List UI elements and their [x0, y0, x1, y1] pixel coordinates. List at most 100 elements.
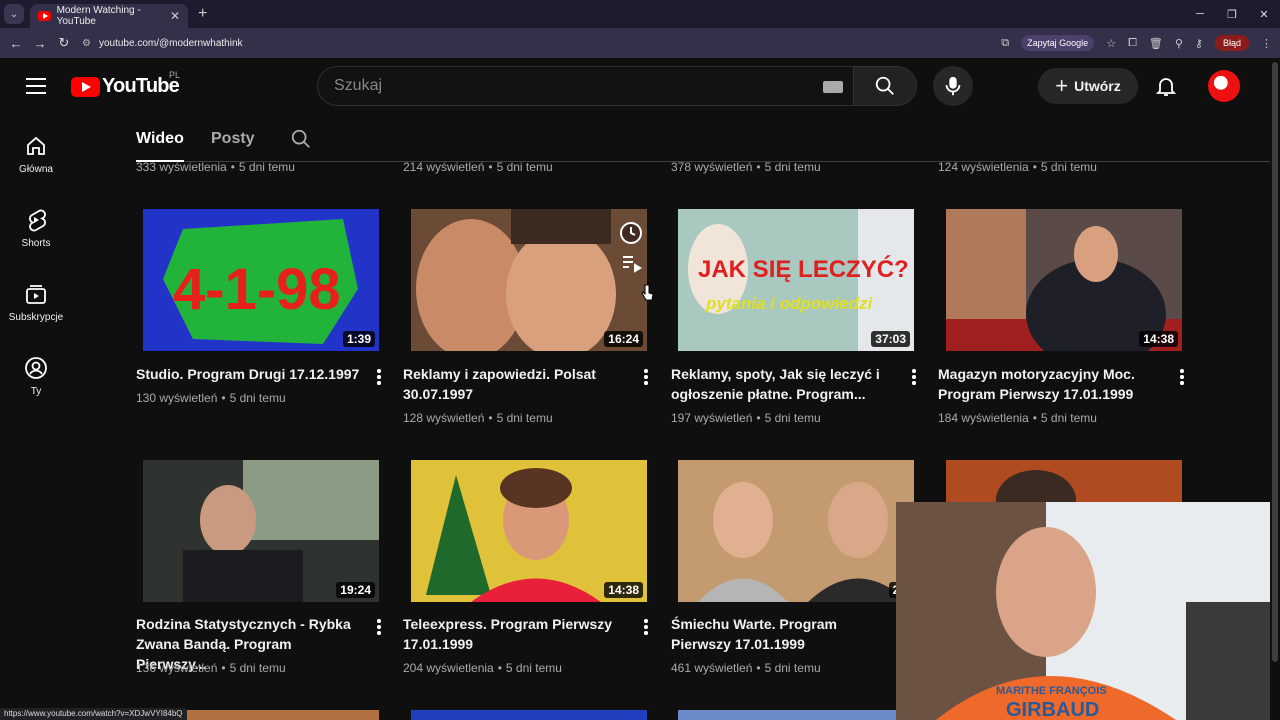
guide-label-you: Ty — [30, 386, 42, 397]
new-tab-button[interactable]: + — [198, 5, 207, 23]
watch-later-icon[interactable] — [619, 221, 643, 245]
voice-search-button[interactable] — [933, 66, 973, 106]
thumbnail-image — [946, 209, 1182, 351]
video-menu-kebab-icon[interactable] — [377, 619, 381, 637]
back-arrow-icon[interactable]: ← — [4, 36, 28, 51]
browser-tab-youtube[interactable]: Modern Watching - YouTube ✕ — [30, 4, 188, 28]
video-title[interactable]: Studio. Program Drugi 17.12.1997 — [136, 364, 362, 384]
key-icon[interactable]: ⚷ — [1195, 37, 1203, 50]
video-title[interactable]: Reklamy i zapowiedzi. Polsat 30.07.1997 — [403, 364, 629, 404]
notifications-bell-icon[interactable] — [1154, 74, 1178, 103]
keyboard-icon[interactable] — [823, 81, 843, 93]
view-count: 204 wyświetlenia — [403, 661, 494, 675]
status-bar-url: https://www.youtube.com/watch?v=XDJwVYI8… — [0, 708, 187, 720]
view-count: 461 wyświetleń — [671, 661, 753, 675]
browser-menu-icon[interactable]: ⋮ — [1261, 37, 1272, 50]
add-to-queue-icon[interactable] — [619, 251, 643, 275]
upload-age: 5 dni temu — [764, 411, 821, 425]
guide-item-subscriptions[interactable]: Subskrypcje — [0, 262, 72, 336]
thumbnail-image: 4-1-98 — [143, 209, 379, 351]
restore-button[interactable]: ❐ — [1216, 0, 1248, 28]
bookmark-star-icon[interactable]: ☆ — [1106, 37, 1116, 50]
video-title[interactable]: Magazyn motoryzacyjny Moc. Program Pierw… — [938, 364, 1164, 404]
guide-label-subscriptions: Subskrypcje — [8, 312, 64, 323]
duration-badge: 14:38 — [1139, 331, 1178, 347]
upload-age: 5 dni temu — [1040, 160, 1097, 174]
location-icon[interactable]: ⚲ — [1175, 37, 1183, 50]
page-scrollbar[interactable] — [1270, 58, 1280, 720]
video-thumbnail[interactable]: JAK SIĘ LECZYĆ? pytania i odpowiedzi 37:0… — [678, 209, 914, 351]
video-title[interactable]: Teleexpress. Program Pierwszy 17.01.1999 — [403, 614, 629, 654]
view-count: 128 wyświetleń — [403, 411, 485, 425]
youtube-logo[interactable]: YouTube PL — [71, 70, 180, 98]
video-menu-kebab-icon[interactable] — [1180, 369, 1184, 387]
extensions-icon[interactable]: ⧠ — [1128, 37, 1137, 50]
video-thumbnail[interactable]: 14:38 — [946, 209, 1182, 351]
video-title[interactable]: Śmiechu Warte. Program Pierwszy 17.01.19… — [671, 614, 897, 654]
video-thumbnail[interactable] — [678, 710, 914, 720]
trash-icon[interactable]: 🗑 — [1149, 37, 1163, 50]
video-thumbnail[interactable]: 14:38 — [411, 460, 647, 602]
tab-search-menu-button[interactable]: ⌄ — [4, 4, 24, 24]
video-thumbnail[interactable]: 24 — [678, 460, 914, 602]
guide-item-you[interactable]: Ty — [0, 336, 72, 410]
guide-label-shorts: Shorts — [21, 238, 51, 249]
toolbar-actions: ⧉ Zapytaj Google ☆ ⧠ 🗑 ⚲ ⚷ Błąd ⋮ — [1001, 28, 1272, 58]
shorts-icon — [29, 209, 46, 232]
video-thumbnail[interactable]: 4-1-98 1:39 — [143, 209, 379, 351]
youtube-logo-text: YouTube — [102, 75, 180, 97]
video-menu-kebab-icon[interactable] — [644, 619, 648, 637]
tab-posts[interactable]: Posty — [211, 130, 255, 148]
video-meta: 204 wyświetlenia • 5 dni temu — [403, 661, 562, 675]
url-field[interactable]: ⚙ youtube.com/@modernwhathink — [82, 38, 243, 49]
video-menu-kebab-icon[interactable] — [644, 369, 648, 387]
ask-google-button[interactable]: Zapytaj Google — [1021, 35, 1095, 51]
search-input[interactable] — [334, 77, 814, 95]
upload-age: 5 dni temu — [496, 411, 553, 425]
search-button[interactable] — [853, 66, 917, 106]
thumbnail-image — [143, 460, 379, 602]
create-button[interactable]: + Utwórz — [1038, 68, 1138, 104]
channel-search-icon[interactable] — [290, 128, 312, 155]
view-count: 130 wyświetleń — [136, 391, 218, 405]
view-count: 197 wyświetleń — [671, 411, 753, 425]
thumbnail-image: JAK SIĘ LECZYĆ? pytania i odpowiedzi — [678, 209, 914, 351]
profile-error-button[interactable]: Błąd — [1214, 35, 1249, 51]
upload-age: 5 dni temu — [764, 661, 821, 675]
video-menu-kebab-icon[interactable] — [912, 369, 916, 387]
video-title[interactable]: Reklamy, spoty, Jak się leczyć i ogłosze… — [671, 364, 897, 404]
video-meta-row0-3: 378 wyświetleń • 5 dni temu — [671, 160, 821, 174]
mouse-hand-cursor-icon — [641, 284, 654, 301]
site-info-icon[interactable]: ⚙ — [82, 38, 91, 49]
guide-item-home[interactable]: Główna — [0, 114, 72, 188]
video-meta: 461 wyświetleń • 5 dni temu — [671, 661, 821, 675]
video-thumbnail[interactable] — [411, 710, 647, 720]
country-code: PL — [169, 70, 181, 80]
url-text: youtube.com/@modernwhathink — [98, 37, 243, 49]
upload-age: 5 dni temu — [238, 160, 295, 174]
account-avatar[interactable] — [1208, 70, 1240, 102]
thumbnail-image — [411, 209, 647, 351]
close-tab-icon[interactable]: ✕ — [170, 9, 180, 23]
youtube-play-icon — [71, 76, 100, 97]
minimize-button[interactable]: ─ — [1184, 0, 1216, 28]
create-label: Utwórz — [1074, 78, 1121, 94]
video-menu-kebab-icon[interactable] — [377, 369, 381, 387]
duration-badge: 19:24 — [336, 582, 375, 598]
cast-icon[interactable]: ⧉ — [1001, 37, 1009, 50]
duration-badge: 14:38 — [604, 582, 643, 598]
hamburger-menu-icon[interactable] — [26, 78, 46, 99]
tab-videos[interactable]: Wideo — [136, 130, 184, 162]
video-thumbnail[interactable]: 19:24 — [143, 460, 379, 602]
search-box — [317, 66, 854, 106]
reload-icon[interactable]: ↻ — [52, 35, 76, 51]
close-window-button[interactable]: ✕ — [1248, 0, 1280, 28]
video-thumbnail[interactable]: 16:24 — [411, 209, 647, 351]
forward-arrow-icon[interactable]: → — [28, 36, 52, 51]
video-meta-row0-4: 124 wyświetlenia • 5 dni temu — [938, 160, 1097, 174]
shirt-text-line2: GIRBAUD — [1006, 699, 1099, 720]
guide-item-shorts[interactable]: Shorts — [0, 188, 72, 262]
duration-badge: 1:39 — [342, 331, 375, 347]
youtube-masthead: YouTube PL + Utwórz — [0, 58, 1270, 114]
microphone-icon — [945, 76, 961, 96]
